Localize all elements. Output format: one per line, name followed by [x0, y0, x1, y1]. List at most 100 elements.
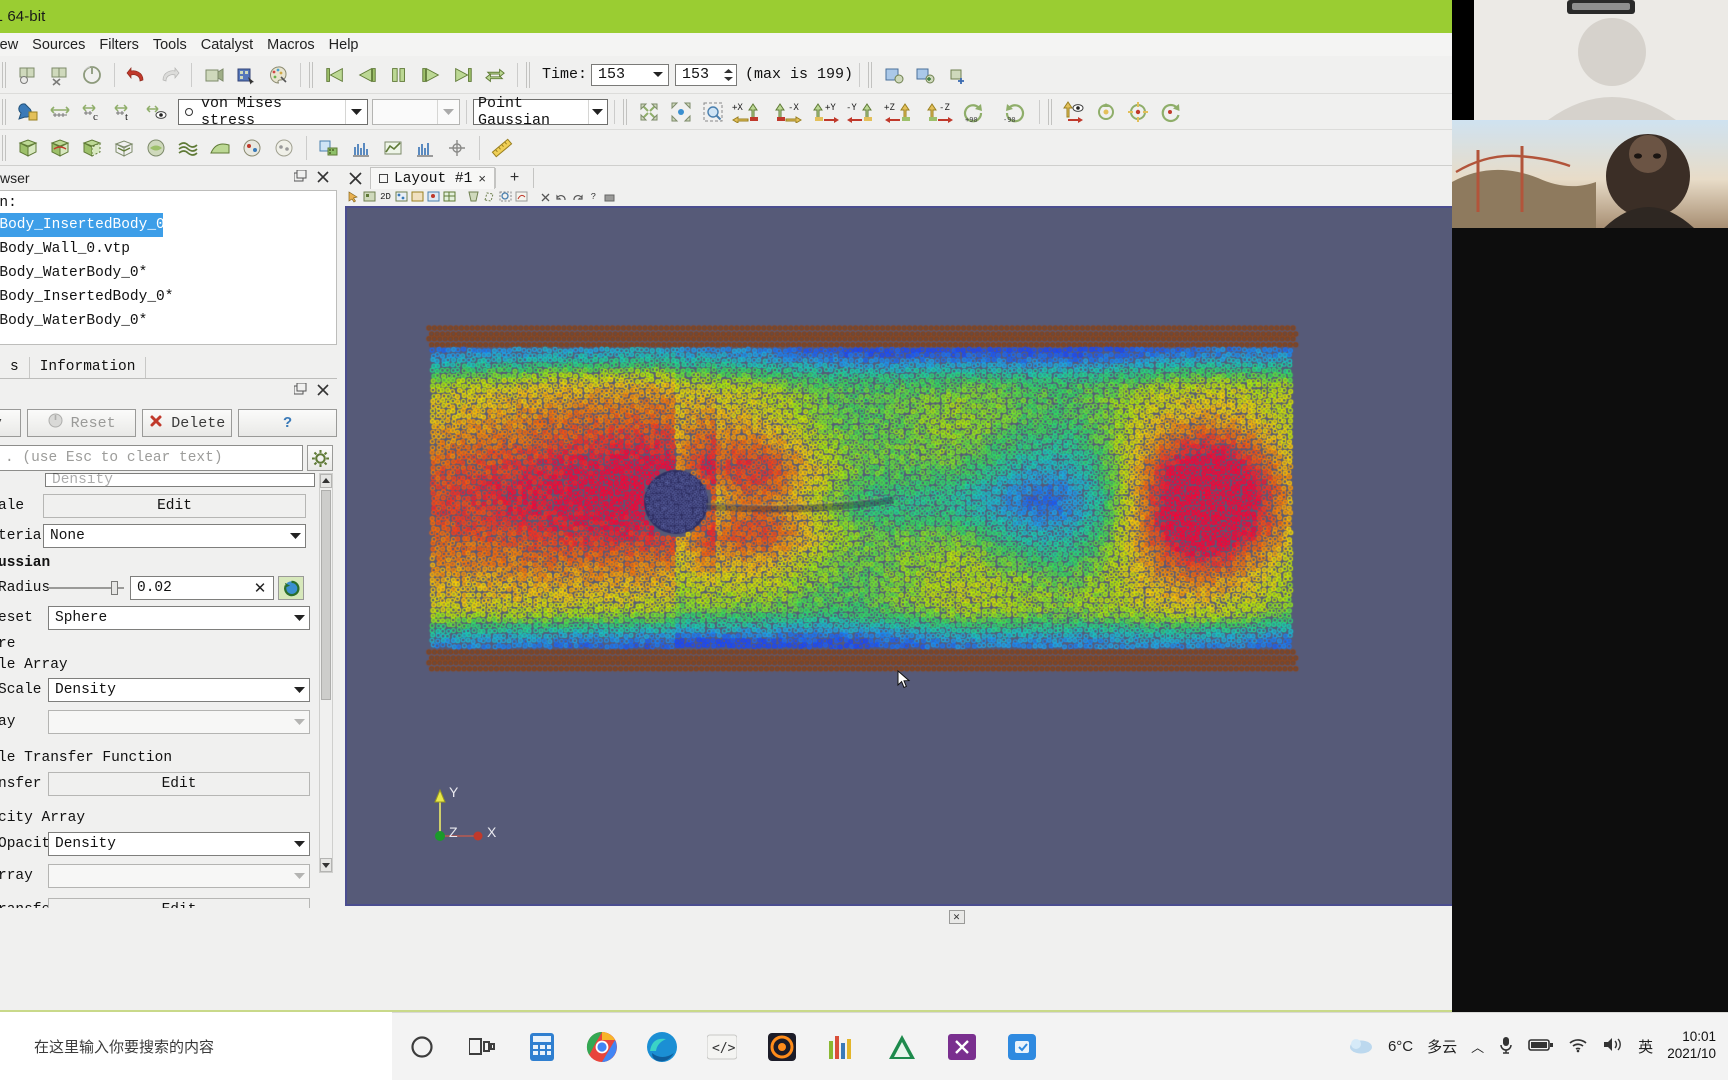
material-combo[interactable]: None	[43, 524, 306, 548]
select-surface-icon[interactable]	[232, 61, 260, 89]
link-camera-icon[interactable]	[602, 190, 617, 204]
code-icon[interactable]: </>	[698, 1023, 746, 1071]
cad-icon[interactable]	[878, 1023, 926, 1071]
camera-minus-y-button[interactable]: -Y	[845, 98, 879, 126]
tab-properties[interactable]: s	[0, 357, 30, 378]
taskbar-clock[interactable]: 10:01 2021/10	[1667, 1029, 1716, 1063]
taskbar-search[interactable]: 在这里输入你要搜索的内容	[0, 1012, 392, 1080]
pipeline-item-3[interactable]: PHBody_InsertedBody_0*	[0, 285, 336, 309]
slider-handle[interactable]	[111, 581, 118, 595]
undo-icon[interactable]	[123, 61, 151, 89]
scroll-down-icon[interactable]	[320, 858, 332, 872]
threshold-icon[interactable]	[142, 134, 170, 162]
opacity-array-combo[interactable]: Density	[48, 832, 310, 856]
calculator-icon[interactable]	[14, 134, 42, 162]
tab-layout-1[interactable]: Layout #1 ×	[370, 167, 495, 189]
array-component-combo[interactable]	[372, 98, 460, 125]
orientation-axes-widget[interactable]: Y X Z	[432, 784, 502, 846]
clear-selection-icon[interactable]	[538, 190, 553, 204]
close-layout-icon[interactable]	[340, 171, 370, 185]
opacity-transfer-edit-button[interactable]: Edit	[48, 898, 310, 908]
select-cells-icon[interactable]	[362, 190, 377, 204]
rescale-custom-icon[interactable]: c	[78, 98, 106, 126]
opacity-component-combo[interactable]	[48, 864, 310, 888]
task-view-icon[interactable]	[458, 1023, 506, 1071]
close-view-icon[interactable]: ✕	[948, 910, 965, 924]
weather-icon[interactable]	[1348, 1035, 1374, 1058]
add-camera-icon[interactable]	[944, 61, 972, 89]
scale-array-component-combo[interactable]	[48, 710, 310, 734]
time-value-combo[interactable]: 153	[591, 63, 670, 86]
zoom-to-box-icon[interactable]	[498, 190, 513, 204]
play-icon[interactable]	[385, 61, 413, 89]
rescale-visible-icon[interactable]	[142, 98, 170, 126]
redo-icon[interactable]	[155, 61, 183, 89]
new-layout-tab[interactable]: +	[494, 168, 535, 188]
undo-selection-icon[interactable]	[554, 190, 569, 204]
disconnect-server-icon[interactable]	[46, 61, 74, 89]
hover-points-icon[interactable]	[426, 190, 441, 204]
render-view[interactable]: Y X Z	[345, 206, 1568, 906]
clear-icon[interactable]: ✕	[247, 579, 273, 597]
chevron-down-icon[interactable]	[289, 833, 309, 855]
scale-transfer-edit-button[interactable]: Edit	[48, 772, 310, 796]
zoom-to-box-icon[interactable]	[699, 98, 727, 126]
clip-icon[interactable]	[78, 134, 106, 162]
select-polygon-icon[interactable]	[482, 190, 497, 204]
camera-minus-z-button[interactable]: -Z	[921, 98, 955, 126]
battery-icon[interactable]	[1528, 1037, 1554, 1056]
wifi-icon[interactable]	[1568, 1037, 1588, 1056]
chevron-down-icon[interactable]	[289, 679, 309, 701]
redo-selection-icon[interactable]	[570, 190, 585, 204]
plot-data-icon[interactable]	[379, 134, 407, 162]
close-icon[interactable]	[317, 170, 329, 186]
chrome-icon[interactable]	[578, 1023, 626, 1071]
tab-information[interactable]: Information	[30, 357, 147, 378]
toolbar-grip[interactable]	[868, 61, 875, 88]
tray-expand-icon[interactable]: ︿	[1471, 1037, 1484, 1056]
gaussian-radius-input[interactable]: 0.02 ✕	[130, 576, 274, 600]
slice-icon[interactable]	[110, 134, 138, 162]
toolbar-grip[interactable]	[2, 98, 8, 125]
camera-minus-x-button[interactable]: -X	[769, 98, 803, 126]
fiji-icon[interactable]	[758, 1023, 806, 1071]
interact-mode-icon[interactable]	[346, 190, 361, 204]
time-index-spinner[interactable]: 153	[675, 63, 738, 86]
chevron-down-icon[interactable]	[289, 865, 309, 887]
camera-plus-y-button[interactable]: +Y	[807, 98, 841, 126]
menu-macros[interactable]: Macros	[258, 36, 324, 54]
previous-frame-icon[interactable]	[353, 61, 381, 89]
help-view-icon[interactable]: ?	[586, 190, 601, 204]
toolbar-grip[interactable]	[2, 134, 8, 161]
contour-icon[interactable]	[46, 134, 74, 162]
color-palette-icon[interactable]	[264, 61, 292, 89]
color-array-combo[interactable]: von Mises stress	[178, 95, 368, 129]
cutoff-combo[interactable]: Density	[45, 473, 315, 487]
save-screenshot-icon[interactable]	[880, 61, 908, 89]
last-frame-icon[interactable]	[449, 61, 477, 89]
pipeline-item-0[interactable]: PHBody_InsertedBody_0*	[0, 213, 173, 237]
chevron-down-icon[interactable]	[285, 525, 305, 547]
loop-icon[interactable]	[481, 61, 509, 89]
menu-filters[interactable]: Filters	[90, 36, 147, 54]
pick-center-icon[interactable]	[1124, 98, 1152, 126]
paraview-icon[interactable]	[818, 1023, 866, 1071]
shader-preset-combo[interactable]: Sphere	[48, 606, 310, 630]
scale-edit-button[interactable]: Edit	[43, 494, 306, 518]
chevron-down-icon[interactable]	[294, 473, 314, 487]
save-animation-icon[interactable]	[912, 61, 940, 89]
warp-icon[interactable]	[270, 134, 298, 162]
reset-range-icon[interactable]	[278, 576, 304, 600]
pipeline-item-2[interactable]: PHBody_WaterBody_0*	[0, 261, 336, 285]
camera-plus-z-button[interactable]: +Z	[883, 98, 917, 126]
scrollbar-thumb[interactable]	[321, 490, 331, 700]
edit-color-map-icon[interactable]	[14, 98, 42, 126]
select-points-icon[interactable]	[394, 190, 409, 204]
calculator-icon[interactable]	[518, 1023, 566, 1071]
reset-button[interactable]: Reset	[26, 409, 137, 437]
view-2d-toggle[interactable]: 2D	[378, 190, 393, 204]
pipeline-browser[interactable]: tin: PHBody_InsertedBody_0* PHBody_Wall_…	[0, 190, 337, 345]
toolbar-grip[interactable]	[1048, 98, 1054, 125]
spreadsheet-icon[interactable]	[315, 134, 343, 162]
toolbar-grip[interactable]	[623, 98, 629, 125]
